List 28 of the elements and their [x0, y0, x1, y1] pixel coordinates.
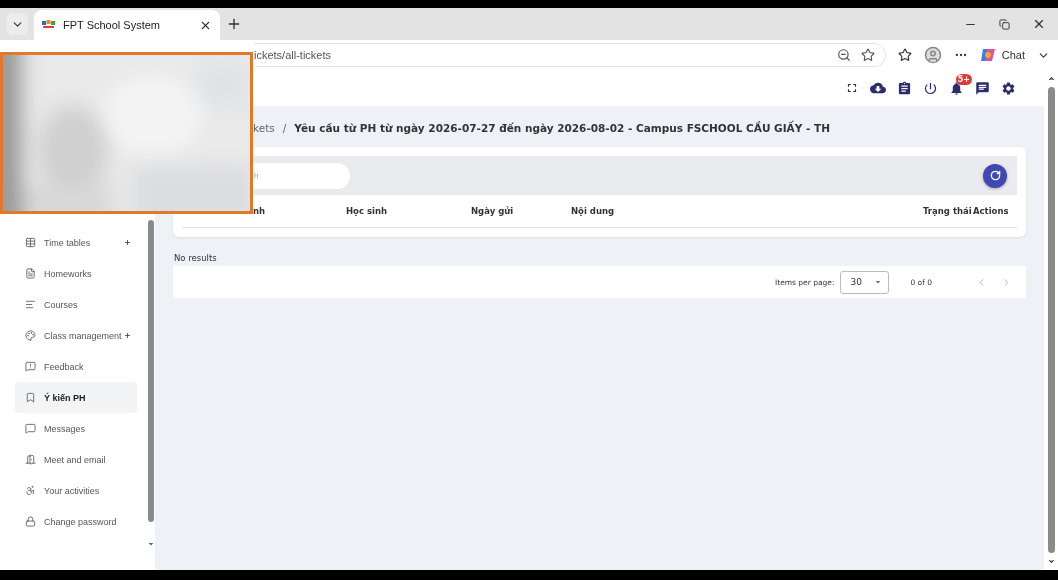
url-text: ickets/all-tickets [254, 49, 333, 61]
sidebar-item[interactable]: Ý kiến PH [15, 382, 137, 413]
sidebar-item[interactable]: Change password [15, 506, 137, 537]
empty-message: No results [174, 253, 218, 263]
browser-tab[interactable]: FPT School System [34, 10, 220, 40]
tab-title: FPT School System [63, 19, 161, 31]
breadcrumb-current: Yêu cầu từ PH từ ngày 2026-07-27 đến ngày 2026-08-02 - Campus FSCHOOL CẦU GIẤY - TH [294, 122, 830, 134]
sidebar-item[interactable]: Homeworks [15, 258, 137, 289]
column-header: Actions [973, 206, 1010, 216]
sidebar-item[interactable]: Messages [15, 413, 137, 444]
sidebar-item[interactable]: Courses [15, 289, 137, 320]
chat-button[interactable]: Chat [979, 47, 1025, 63]
sidebar-item[interactable]: Meet and email [15, 444, 137, 475]
column-header: Học sinh [346, 206, 389, 216]
address-bar[interactable]: ickets/all-tickets [254, 43, 886, 67]
sidebar-item[interactable]: Time tables [15, 227, 137, 258]
notification-badge: 5+ [955, 73, 972, 85]
sidebar-item[interactable]: Your activities [15, 475, 137, 506]
sidebar-item[interactable]: Feedback [15, 351, 137, 382]
search-field[interactable]: h [253, 162, 350, 189]
breadcrumb-separator: / [282, 122, 287, 134]
breadcrumb-link[interactable]: kets [253, 122, 275, 134]
column-header: Ngày gửi [471, 206, 515, 216]
column-header: Nội dung [571, 206, 616, 216]
column-header: nh [253, 206, 267, 216]
page-size-select[interactable]: 30 [840, 270, 890, 294]
column-header: Trạng thái [923, 206, 973, 216]
sidebar-item[interactable]: Class management [15, 320, 137, 351]
